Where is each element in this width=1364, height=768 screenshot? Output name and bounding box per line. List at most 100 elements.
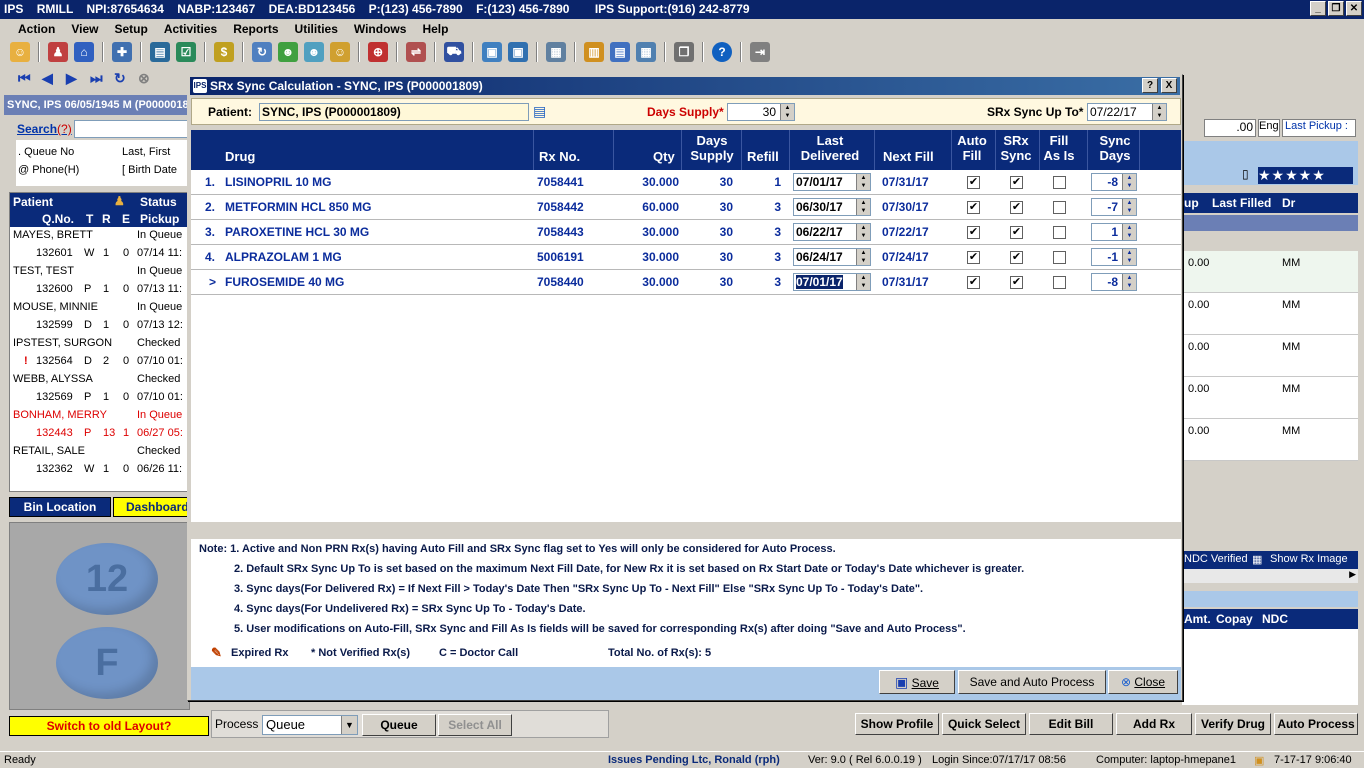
last-delivered-input[interactable]: 06/24/17 ▲ ▼ [793, 248, 871, 266]
patient-list-item[interactable]: BONHAM, MERRY In Queue 132443 P 13 1 06/27 05: [10, 407, 189, 443]
sync-days-input[interactable]: 1 ▲ ▼ [1091, 223, 1137, 241]
rx-row[interactable]: 3. PAROXETINE HCL 30 MG 7058443 30.000 30 3 06… [191, 220, 1181, 245]
sync-days-input[interactable]: -7 ▲ ▼ [1091, 198, 1137, 216]
dialog-close-x-button[interactable]: X [1161, 78, 1177, 93]
dollar-icon[interactable]: $ [214, 42, 234, 62]
table-row[interactable]: 0.00 MM [1182, 419, 1358, 461]
sync-up-to-input[interactable]: 07/22/17 ▲ ▼ [1087, 103, 1167, 121]
spinner-icon[interactable]: ▲ ▼ [1122, 224, 1136, 240]
srx-sync-checkbox[interactable]: ✔ [1010, 176, 1023, 189]
auto-fill-checkbox[interactable]: ✔ [967, 276, 980, 289]
spinner-icon[interactable]: ▲ ▼ [856, 174, 870, 190]
refill-icon[interactable]: ↻ [252, 42, 272, 62]
show-rx-image-label[interactable]: Show Rx Image [1270, 553, 1348, 565]
process-select[interactable]: Queue ▼ [262, 715, 358, 735]
spinner-icon[interactable]: ▲ ▼ [1122, 199, 1136, 215]
auto-fill-checkbox[interactable]: ✔ [967, 251, 980, 264]
table-row[interactable]: 0.00 MM [1182, 335, 1358, 377]
spinner-icon[interactable]: ▲ ▼ [780, 104, 794, 120]
switch-layout-button[interactable]: Switch to old Layout? [9, 716, 209, 736]
menu-activities[interactable]: Activities [156, 22, 225, 36]
package-sync-icon[interactable]: ▣ [508, 42, 528, 62]
add-rx-button[interactable]: Add Rx [1116, 713, 1192, 735]
exit-icon[interactable]: ⇥ [750, 42, 770, 62]
report-icon[interactable]: ▥ [584, 42, 604, 62]
chevron-down-icon[interactable]: ▼ [341, 716, 357, 734]
patient-field[interactable]: SYNC, IPS (P000001809) [259, 103, 529, 121]
srx-sync-checkbox[interactable]: ✔ [1010, 251, 1023, 264]
edit-bill-button[interactable]: Edit Bill [1029, 713, 1113, 735]
fill-as-is-checkbox[interactable] [1053, 276, 1066, 289]
zoom-icon[interactable]: ⊕ [368, 42, 388, 62]
menu-windows[interactable]: Windows [346, 22, 415, 36]
people-plus-icon[interactable]: ☻ [304, 42, 324, 62]
restore-button[interactable]: ❐ [1328, 1, 1344, 16]
minimize-button[interactable]: _ [1310, 1, 1326, 16]
patient-list-item[interactable]: MOUSE, MINNIE In Queue 132599 D 1 0 07/13 12: [10, 299, 189, 335]
spinner-icon[interactable]: ▲ ▼ [856, 199, 870, 215]
sync-days-input[interactable]: -8 ▲ ▼ [1091, 273, 1137, 291]
days-supply-input[interactable]: 30 ▲ ▼ [727, 103, 795, 121]
last-delivered-input[interactable]: 06/22/17 ▲ ▼ [793, 223, 871, 241]
spinner-icon[interactable]: ▲ ▼ [856, 224, 870, 240]
checklist-icon[interactable]: ☑ [176, 42, 196, 62]
menu-reports[interactable]: Reports [225, 22, 286, 36]
patient-list-item[interactable]: TEST, TEST In Queue 132600 P 1 0 07/13 11: [10, 263, 189, 299]
last-record-icon[interactable]: ⏭ [90, 71, 106, 85]
window-close-button[interactable]: ✕ [1346, 1, 1362, 16]
srx-sync-checkbox[interactable]: ✔ [1010, 226, 1023, 239]
calendar-icon[interactable]: ▦ [636, 42, 656, 62]
patient-list-item[interactable]: RETAIL, SALE Checked 132362 W 1 0 06/26 11: [10, 443, 189, 479]
rx-row[interactable]: 1. LISINOPRIL 10 MG 7058441 30.000 30 1 07/01/… [191, 170, 1181, 195]
route-icon[interactable]: ⇌ [406, 42, 426, 62]
quick-select-button[interactable]: Quick Select [942, 713, 1026, 735]
spinner-icon[interactable]: ▲ ▼ [856, 274, 870, 290]
srx-sync-checkbox[interactable]: ✔ [1010, 276, 1023, 289]
horizontal-scrollbar[interactable]: ▶ [1182, 569, 1358, 583]
auto-fill-checkbox[interactable]: ✔ [967, 226, 980, 239]
document-icon[interactable]: ▤ [150, 42, 170, 62]
cancel-icon[interactable]: ⊗ [138, 71, 154, 85]
spinner-icon[interactable]: ▲ ▼ [856, 249, 870, 265]
rx-row[interactable]: > FUROSEMIDE 40 MG 7058440 30.000 30 3 07/01/1… [191, 270, 1181, 295]
spinner-icon[interactable]: ▲ ▼ [1122, 274, 1136, 290]
fill-as-is-checkbox[interactable] [1053, 201, 1066, 214]
people-icon[interactable]: ☻ [278, 42, 298, 62]
menu-view[interactable]: View [63, 22, 106, 36]
rx-row[interactable]: 4. ALPRAZOLAM 1 MG 5006191 30.000 30 3 06/24/1… [191, 245, 1181, 270]
scroll-right-icon[interactable]: ▶ [1349, 569, 1356, 580]
fill-as-is-checkbox[interactable] [1053, 176, 1066, 189]
auto-fill-checkbox[interactable]: ✔ [967, 176, 980, 189]
spinner-icon[interactable]: ▲ ▼ [1122, 174, 1136, 190]
menu-action[interactable]: Action [10, 22, 63, 36]
patient-lookup-icon[interactable]: ▤ [533, 103, 549, 121]
last-delivered-input[interactable]: 07/01/17 ▲ ▼ [793, 173, 871, 191]
next-record-icon[interactable]: ▶ [66, 71, 82, 85]
save-and-auto-process-button[interactable]: Save and Auto Process [958, 670, 1106, 694]
auto-process-button[interactable]: Auto Process [1274, 713, 1358, 735]
auto-fill-checkbox[interactable]: ✔ [967, 201, 980, 214]
home-icon[interactable]: ⌂ [74, 42, 94, 62]
first-record-icon[interactable]: ⏮ [18, 71, 34, 85]
dialog-help-button[interactable]: ? [1142, 78, 1158, 93]
doctor-icon[interactable]: ✚ [112, 42, 132, 62]
search-input[interactable] [74, 120, 194, 138]
select-all-button[interactable]: Select All [438, 714, 512, 736]
truck-icon[interactable]: ⛟ [444, 42, 464, 62]
menu-help[interactable]: Help [414, 22, 456, 36]
dashboard-tab[interactable]: Dashboard [113, 497, 190, 517]
verify-drug-button[interactable]: Verify Drug [1195, 713, 1271, 735]
table-row[interactable]: 0.00 MM [1182, 251, 1358, 293]
copy-icon[interactable]: ❐ [674, 42, 694, 62]
menu-utilities[interactable]: Utilities [287, 22, 346, 36]
clipboard-icon[interactable]: ▦ [546, 42, 566, 62]
spinner-icon[interactable]: ▲ ▼ [1122, 249, 1136, 265]
fill-as-is-checkbox[interactable] [1053, 226, 1066, 239]
patient-icon[interactable]: ♟ [48, 42, 68, 62]
last-delivered-input[interactable]: 07/01/17 ▲ ▼ [793, 273, 871, 291]
sync-days-input[interactable]: -8 ▲ ▼ [1091, 173, 1137, 191]
show-profile-button[interactable]: Show Profile [855, 713, 939, 735]
srx-sync-checkbox[interactable]: ✔ [1010, 201, 1023, 214]
pharmacist-icon[interactable]: ☺ [330, 42, 350, 62]
spinner-icon[interactable]: ▲ ▼ [1152, 104, 1166, 120]
